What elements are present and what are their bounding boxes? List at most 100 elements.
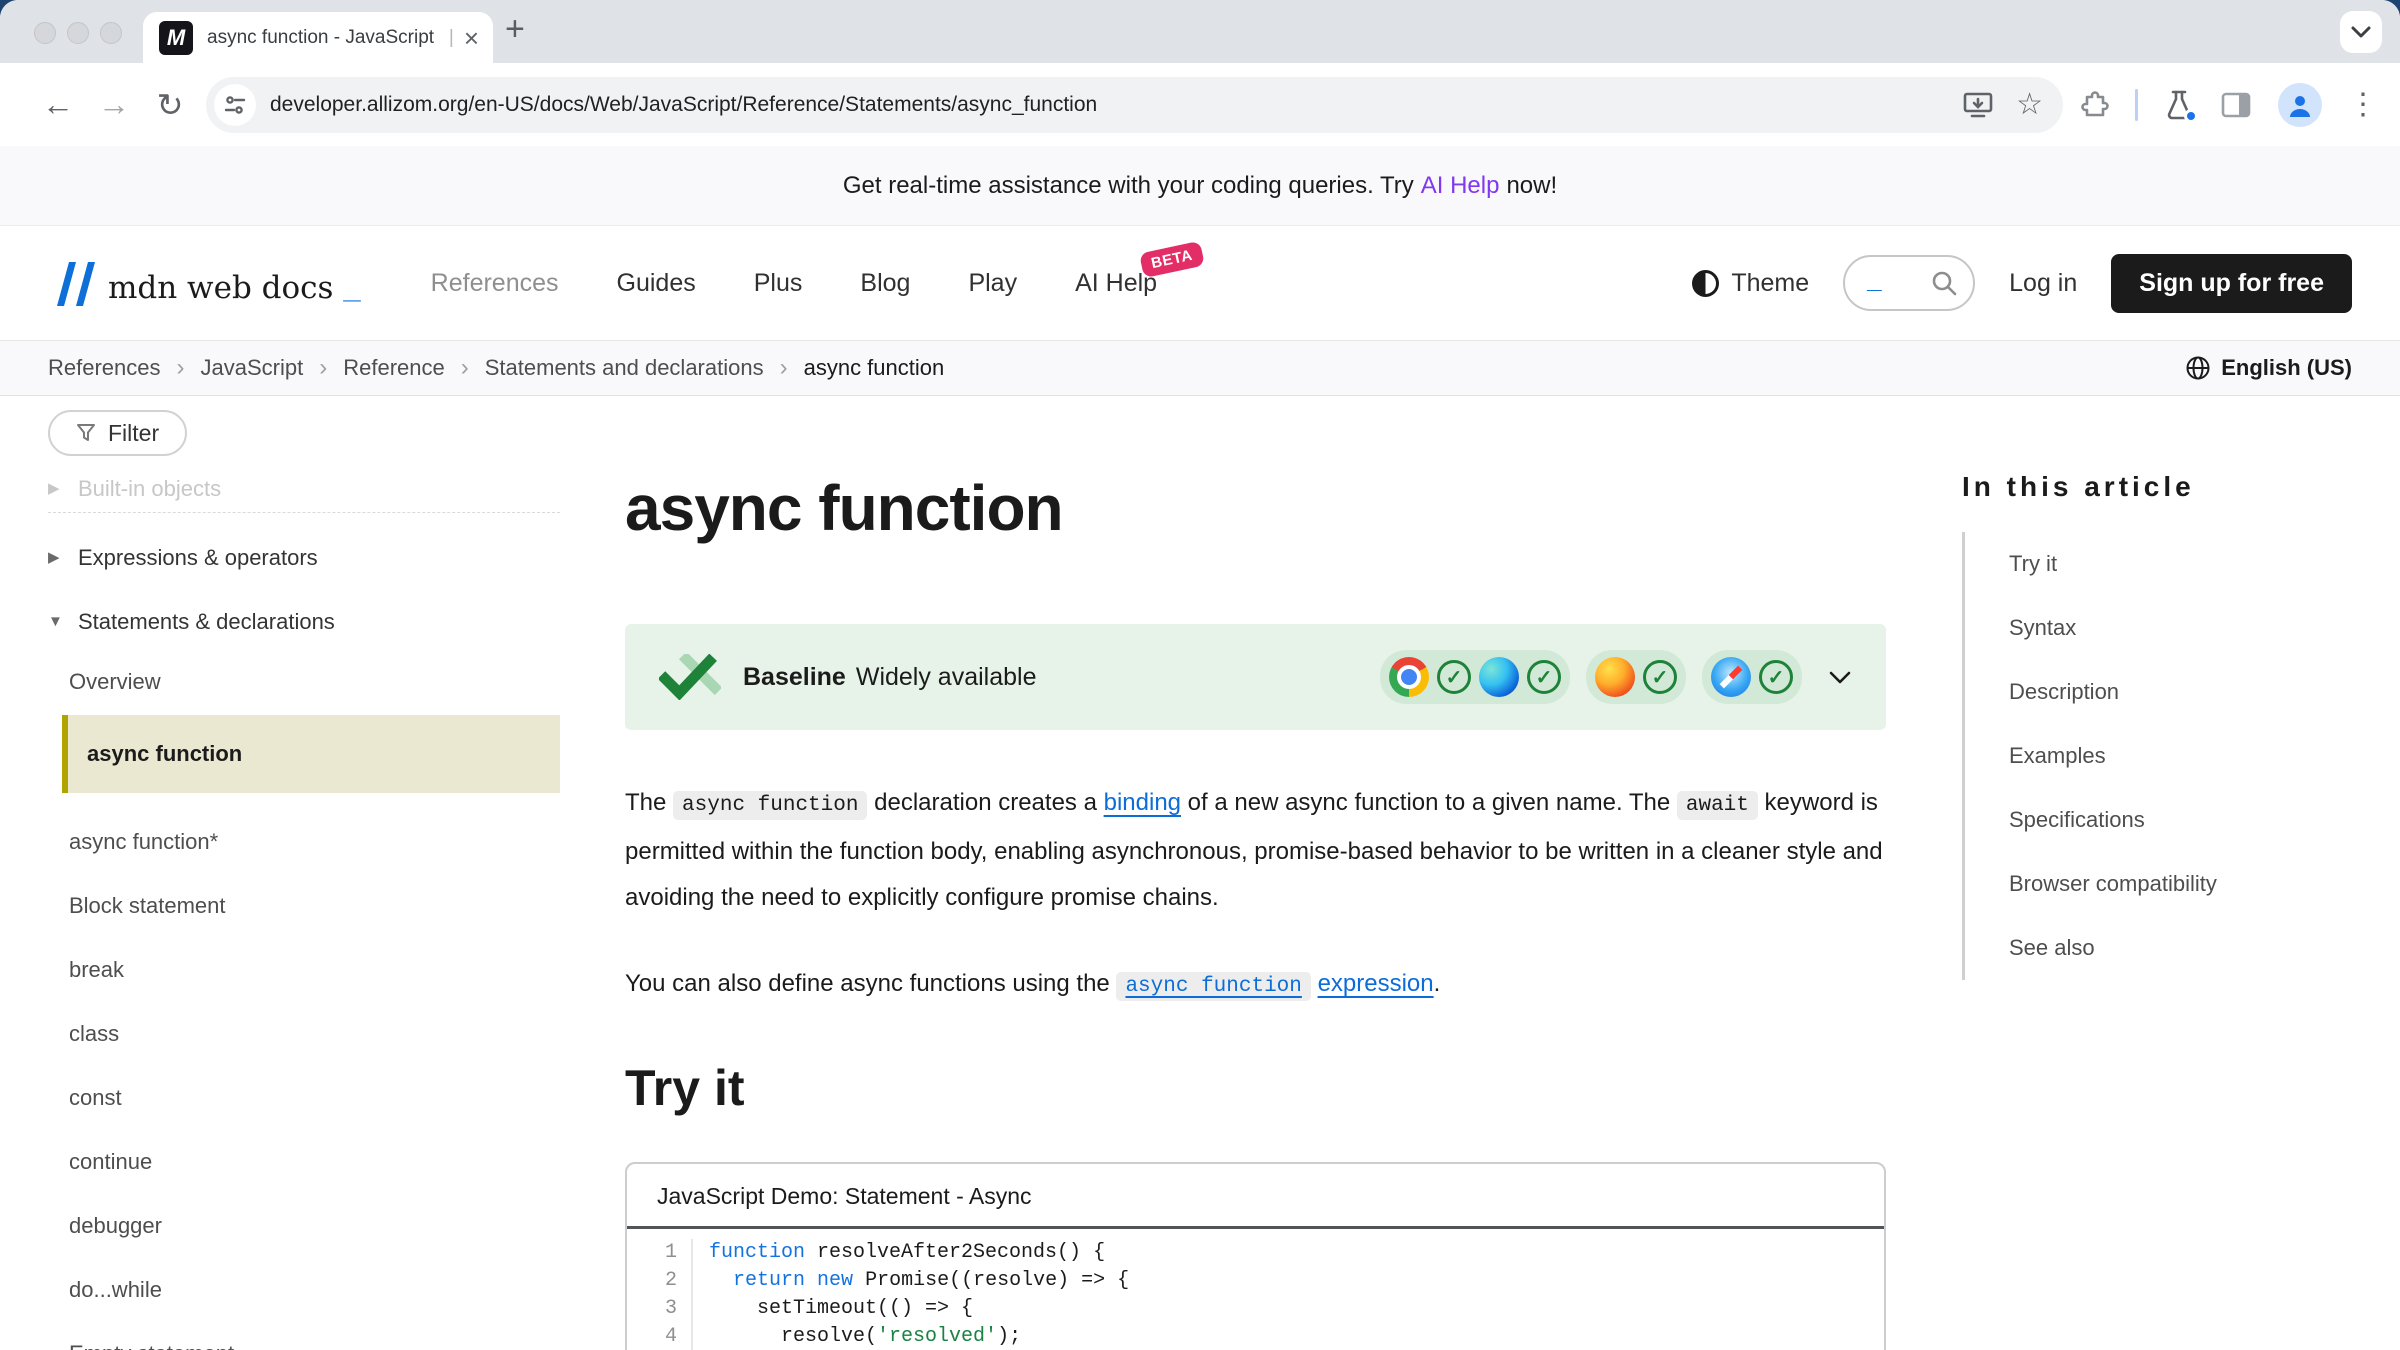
new-tab-button[interactable]: +	[505, 10, 525, 49]
tab-search-button[interactable]	[2340, 11, 2382, 53]
address-bar[interactable]: developer.allizom.org/en-US/docs/Web/Jav…	[206, 77, 2063, 133]
sidebar-item-continue[interactable]: continue	[48, 1147, 560, 1177]
breadcrumb: References › JavaScript › Reference › St…	[48, 354, 944, 382]
nav-guides[interactable]: Guides	[617, 269, 696, 298]
tab-strip: M async function - JavaScript | × +	[0, 0, 2400, 63]
toc-item-syntax[interactable]: Syntax	[2009, 596, 2352, 660]
baseline-status: BaselineWidely available	[743, 663, 1036, 692]
toc-item-try-it[interactable]: Try it	[2009, 532, 2352, 596]
sidebar-item-async-function-star[interactable]: async function*	[48, 827, 560, 857]
crumb-references[interactable]: References	[48, 355, 161, 381]
sidebar-item-const[interactable]: const	[48, 1083, 560, 1113]
code-line: 2 return new Promise((resolve) => {	[647, 1267, 1884, 1295]
chevron-right-icon: ▶	[48, 543, 78, 573]
intro-paragraph: The async function declaration creates a…	[625, 780, 1886, 921]
mdn-wordmark: mdn web docs	[108, 270, 333, 306]
ai-help-link[interactable]: AI Help	[1421, 172, 1500, 200]
toc-item-examples[interactable]: Examples	[2009, 724, 2352, 788]
toc-list: Try it Syntax Description Examples Speci…	[1962, 532, 2352, 980]
search-input[interactable]: _	[1843, 255, 1975, 311]
minimize-window-button[interactable]	[67, 22, 89, 44]
binding-link[interactable]: binding	[1104, 789, 1181, 816]
code-async-function: async function	[673, 791, 867, 820]
table-of-contents: In this article Try it Syntax Descriptio…	[1962, 396, 2400, 1350]
crumb-statements[interactable]: Statements and declarations	[485, 355, 764, 381]
toc-item-browser-compatibility[interactable]: Browser compatibility	[2009, 852, 2352, 916]
back-button[interactable]: ←	[30, 86, 86, 123]
sidebar-item-async-function-active[interactable]: async function	[62, 715, 560, 793]
toc-item-description[interactable]: Description	[2009, 660, 2352, 724]
chip-safari: ✓	[1702, 650, 1802, 704]
url-text[interactable]: developer.allizom.org/en-US/docs/Web/Jav…	[270, 93, 1940, 117]
breadcrumb-separator: ›	[177, 354, 185, 382]
toc-item-see-also[interactable]: See also	[2009, 916, 2352, 980]
close-window-button[interactable]	[34, 22, 56, 44]
sidebar-item-built-in-objects[interactable]: ▶ Built-in objects	[48, 474, 560, 504]
forward-button[interactable]: →	[86, 86, 142, 123]
language-switcher[interactable]: English (US)	[2185, 355, 2352, 381]
reload-button[interactable]: ↻	[142, 86, 198, 124]
nav-play[interactable]: Play	[968, 269, 1017, 298]
signup-button[interactable]: Sign up for free	[2111, 254, 2352, 313]
chrome-labs-icon[interactable]	[2164, 89, 2194, 121]
install-app-icon[interactable]	[1962, 90, 1994, 120]
nav-blog[interactable]: Blog	[860, 269, 910, 298]
browser-tab[interactable]: M async function - JavaScript | ×	[143, 12, 493, 63]
page-content: Filter ▶ Built-in objects ▶ Expressions …	[0, 396, 2400, 1350]
extensions-icon[interactable]	[2077, 89, 2109, 121]
page-title: async function	[625, 472, 1886, 544]
filter-button[interactable]: Filter	[48, 410, 187, 456]
async-function-expression-code-link[interactable]: async function	[1116, 972, 1310, 1001]
sidebar-item-do-while[interactable]: do...while	[48, 1275, 560, 1305]
mdn-logo[interactable]: mdn web docs _	[48, 260, 361, 306]
theme-icon	[1692, 270, 1719, 297]
expression-link[interactable]: expression	[1318, 970, 1434, 997]
labs-notification-dot	[2184, 109, 2198, 123]
baseline-icon	[659, 654, 721, 700]
maximize-window-button[interactable]	[100, 22, 122, 44]
side-panel-icon[interactable]	[2220, 90, 2252, 120]
line-number: 4	[647, 1323, 693, 1350]
check-icon: ✓	[1643, 660, 1677, 694]
crumb-reference[interactable]: Reference	[343, 355, 445, 381]
mdn-favicon: M	[159, 21, 193, 55]
chevron-down-icon: ▼	[48, 607, 78, 637]
browser-toolbar: ← → ↻ developer.allizom.org/en-US/docs/W…	[0, 63, 2400, 146]
check-icon: ✓	[1527, 660, 1561, 694]
sidebar-item-empty-statement[interactable]: Empty statement	[48, 1339, 560, 1350]
code-line: 3 setTimeout(() => {	[647, 1295, 1884, 1323]
sidebar-item-statements-declarations[interactable]: ▼ Statements & declarations	[48, 607, 560, 637]
profile-avatar[interactable]	[2278, 83, 2322, 127]
line-number: 2	[647, 1267, 693, 1295]
banner-suffix: now!	[1506, 172, 1557, 200]
sidebar-item-class[interactable]: class	[48, 1019, 560, 1049]
browser-menu-icon[interactable]: ⋮	[2348, 87, 2378, 122]
breadcrumb-separator: ›	[780, 354, 788, 382]
line-number: 1	[647, 1239, 693, 1267]
close-tab-icon[interactable]: ×	[464, 25, 479, 51]
search-cursor: _	[1867, 264, 1881, 295]
nav-plus[interactable]: Plus	[754, 269, 803, 298]
window-controls	[34, 22, 122, 44]
baseline-banner: BaselineWidely available ✓ ✓ ✓	[625, 624, 1886, 730]
bookmark-star-icon[interactable]: ☆	[2016, 87, 2043, 122]
theme-switcher[interactable]: Theme	[1692, 269, 1809, 298]
code-editor[interactable]: 1 function resolveAfter2Seconds() { 2 re…	[627, 1229, 1884, 1350]
sidebar-item-expressions-operators[interactable]: ▶ Expressions & operators	[48, 543, 560, 573]
code-line: 4 resolve('resolved');	[647, 1323, 1884, 1350]
sidebar-item-block-statement[interactable]: Block statement	[48, 891, 560, 921]
site-settings-icon[interactable]	[214, 84, 256, 126]
toc-item-specifications[interactable]: Specifications	[2009, 788, 2352, 852]
sidebar-item-debugger[interactable]: debugger	[48, 1211, 560, 1241]
nav-ai-help[interactable]: AI HelpBETA	[1075, 269, 1157, 298]
check-icon: ✓	[1759, 660, 1793, 694]
login-link[interactable]: Log in	[2009, 269, 2077, 298]
sidebar-item-overview[interactable]: Overview	[48, 667, 560, 697]
crumb-javascript[interactable]: JavaScript	[201, 355, 304, 381]
ai-help-banner: Get real-time assistance with your codin…	[0, 146, 2400, 226]
sidebar-item-break[interactable]: break	[48, 955, 560, 985]
tab-title: async function - JavaScript	[207, 27, 445, 49]
baseline-expand-button[interactable]	[1828, 670, 1852, 685]
nav-references[interactable]: References	[431, 269, 559, 298]
try-it-heading: Try it	[625, 1060, 1886, 1116]
